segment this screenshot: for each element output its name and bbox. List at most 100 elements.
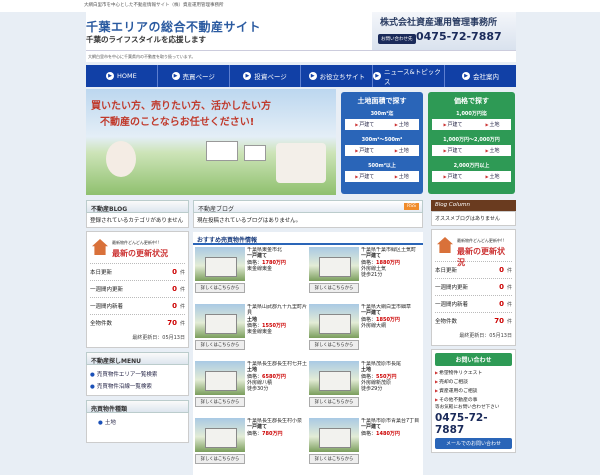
inquiry-item[interactable]: その他不動産の事	[435, 395, 512, 404]
price-search-title: 価格で探す	[454, 97, 489, 105]
menu-list: 売買物件エリア一覧検索 売買物件沿線一覧検索	[86, 365, 189, 396]
link-land[interactable]: 土地	[395, 173, 409, 180]
property-card[interactable]: 詳しくはこちらから 千葉県長生郡長生村七井土 土地 価格：6580万円 外房線八…	[195, 361, 307, 416]
stat-label: 一週間内新着	[435, 302, 469, 308]
hero-headline-2: 不動産のことならお任せください!	[100, 117, 255, 128]
nav-company[interactable]: ▶ 会社案内	[445, 65, 516, 87]
property-info: 千葉県市原市青葉台7丁目 一戸建て 価格：1480万円	[361, 418, 419, 473]
menu-area-search[interactable]: 売買物件エリア一覧検索	[90, 368, 185, 380]
center-content: 不動産ブログ RSS 現在投稿されているブログはありません。 おすすめ売買物件情報…	[193, 200, 423, 475]
inquiry-phone: 0475-72-7887	[435, 412, 488, 436]
property-price-row: 価格：1780万円	[247, 260, 286, 266]
price-label: 価格：	[247, 430, 263, 437]
property-photo[interactable]	[309, 304, 359, 338]
site-subtitle: 千葉のライフスタイルを応援します	[86, 35, 206, 44]
property-photo[interactable]	[195, 304, 245, 338]
property-price: 1780万円	[262, 259, 286, 266]
inquiry-panel: お問い合わせ 希望物件リクエスト 売却のご相談 資産運用のご相談 その他不動産の…	[431, 349, 516, 453]
link-house[interactable]: 戸建て	[355, 173, 374, 180]
nav-investment[interactable]: ▶ 投資ページ	[230, 65, 302, 87]
property-price: 550万円	[376, 373, 397, 380]
update-title: 最新の更新状況	[457, 247, 505, 267]
link-house[interactable]: 戸建て	[355, 147, 374, 154]
details-button[interactable]: 詳しくはこちらから	[195, 397, 245, 407]
price-label: 価格：	[361, 316, 377, 323]
nav-sales[interactable]: ▶ 売買ページ	[158, 65, 230, 87]
details-button[interactable]: 詳しくはこちらから	[195, 340, 245, 350]
nav-label: HOME	[117, 72, 137, 80]
inquiry-item[interactable]: 資産運用のご相談	[435, 386, 512, 395]
details-button[interactable]: 詳しくはこちらから	[309, 283, 359, 293]
link-land[interactable]: 土地	[485, 173, 500, 180]
property-card[interactable]: 詳しくはこちらから 千葉県山武郡九十九里町片貝 土地 価格：1550万円 東金線…	[195, 304, 307, 359]
link-land[interactable]: 土地	[485, 147, 500, 154]
stat-label: 本日更新	[435, 268, 458, 274]
house-image	[244, 145, 266, 161]
property-card[interactable]: 詳しくはこちらから 千葉県東金市北 一戸建て 価格：1780万円 東金線東金	[195, 247, 307, 302]
property-price: 6580万円	[262, 373, 286, 380]
property-price: 780万円	[262, 430, 283, 437]
property-price: 1480万円	[376, 430, 400, 437]
property-photo[interactable]	[309, 361, 359, 395]
nav-home[interactable]: ▶ HOME	[86, 65, 158, 87]
link-land[interactable]: 土地	[485, 121, 500, 128]
site-title[interactable]: 千葉エリアの総合不動産サイト	[86, 18, 261, 35]
details-button[interactable]: 詳しくはこちらから	[195, 283, 245, 293]
last-update: 最終更新日：05月13日	[132, 335, 185, 341]
property-line: 外房線大網	[361, 322, 387, 329]
price-label: 価格：	[361, 430, 377, 437]
link-land[interactable]: 土地	[395, 147, 409, 154]
inquiry-title: お問い合わせ	[435, 353, 512, 366]
link-house[interactable]: 戸建て	[443, 147, 463, 154]
property-price-row: 価格：550万円	[361, 374, 401, 380]
link-house[interactable]: 戸建て	[355, 121, 374, 128]
site-header: 千葉エリアの総合不動産サイト 千葉のライフスタイルを応援します 株式会社資産運用…	[86, 12, 516, 50]
range-label: 1,000万円～2,000万円	[443, 137, 500, 143]
stat-value: 70	[494, 317, 504, 325]
mail-inquiry-button[interactable]: メールでのお問い合わせ	[435, 438, 512, 449]
link-house[interactable]: 戸建て	[443, 121, 463, 128]
stat-label: 全物件数	[435, 319, 458, 325]
menu-line-search[interactable]: 売買物件沿線一覧検索	[90, 380, 185, 392]
property-info: 千葉県千葉市緑区土気町 一戸建て 価格：1880万円 外房線土気 徒歩21分	[361, 247, 416, 302]
inquiry-item[interactable]: 希望物件リクエスト	[435, 368, 512, 377]
property-info: 千葉県長生郡長生村七井土 土地 価格：6580万円 外房線八積 徒歩30分	[247, 361, 307, 416]
arrow-icon: ▶	[308, 72, 317, 80]
nav-news[interactable]: ▶ ニュース&トピックス	[373, 65, 446, 87]
property-photo[interactable]	[195, 418, 245, 452]
range-links: 戸建て 土地	[432, 145, 511, 156]
property-info: 千葉県山武郡九十九里町片貝 土地 価格：1550万円 東金線東金	[247, 304, 307, 359]
stat-row: 全物件数 70 件	[435, 312, 512, 329]
rss-button[interactable]: RSS	[404, 203, 419, 210]
details-button[interactable]: 詳しくはこちらから	[195, 454, 245, 464]
property-photo[interactable]	[309, 247, 359, 281]
price-label: 価格：	[247, 373, 263, 380]
property-card[interactable]: 詳しくはこちらから 千葉県千葉市緑区土気町 一戸建て 価格：1880万円 外房線…	[309, 247, 421, 302]
property-info: 千葉県長生郡長生村小泉 一戸建て 価格：780万円	[247, 418, 302, 473]
property-address[interactable]: 千葉県山武郡九十九里町片貝	[247, 304, 307, 317]
link-house[interactable]: 戸建て	[443, 173, 463, 180]
center-blog-text: 現在投稿されているブログはありません。	[193, 213, 423, 228]
inquiry-item[interactable]: 売却のご相談	[435, 377, 512, 386]
property-photo[interactable]	[309, 418, 359, 452]
property-card[interactable]: 詳しくはこちらから 千葉県大網白里市細草 一戸建て 価格：1850万円 外房線大…	[309, 304, 421, 359]
nav-label: 会社案内	[473, 73, 500, 81]
arrow-icon: ▶	[373, 72, 381, 80]
details-button[interactable]: 詳しくはこちらから	[309, 340, 359, 350]
details-button[interactable]: 詳しくはこちらから	[309, 397, 359, 407]
house-icon	[437, 237, 453, 253]
property-card[interactable]: 詳しくはこちらから 千葉県茂原市長尾 土地 価格：550万円 外房線新茂原 徒歩…	[309, 361, 421, 416]
stat-row: 一週間内更新 0 件	[435, 278, 512, 295]
property-photo[interactable]	[195, 247, 245, 281]
property-card[interactable]: 詳しくはこちらから 千葉県市原市青葉台7丁目 一戸建て 価格：1480万円	[309, 418, 421, 473]
nav-useful-sites[interactable]: ▶ お役立ちサイト	[301, 65, 374, 87]
property-photo[interactable]	[195, 361, 245, 395]
link-land[interactable]: 土地	[395, 121, 409, 128]
type-land[interactable]: 土地	[90, 416, 185, 428]
update-status-panel: 最新物件どんどん更新中!! 最新の更新状況 本日更新 0 件 一週間内更新 0 件 一週…	[431, 229, 516, 346]
center-blog-heading: 不動産ブログ RSS	[193, 200, 423, 213]
property-card[interactable]: 詳しくはこちらから 千葉県長生郡長生村小泉 一戸建て 価格：780万円	[195, 418, 307, 473]
property-info: 千葉県大網白里市細草 一戸建て 価格：1850万円 外房線大網	[361, 304, 411, 359]
property-walk: 徒歩21分	[361, 272, 383, 278]
details-button[interactable]: 詳しくはこちらから	[309, 454, 359, 464]
